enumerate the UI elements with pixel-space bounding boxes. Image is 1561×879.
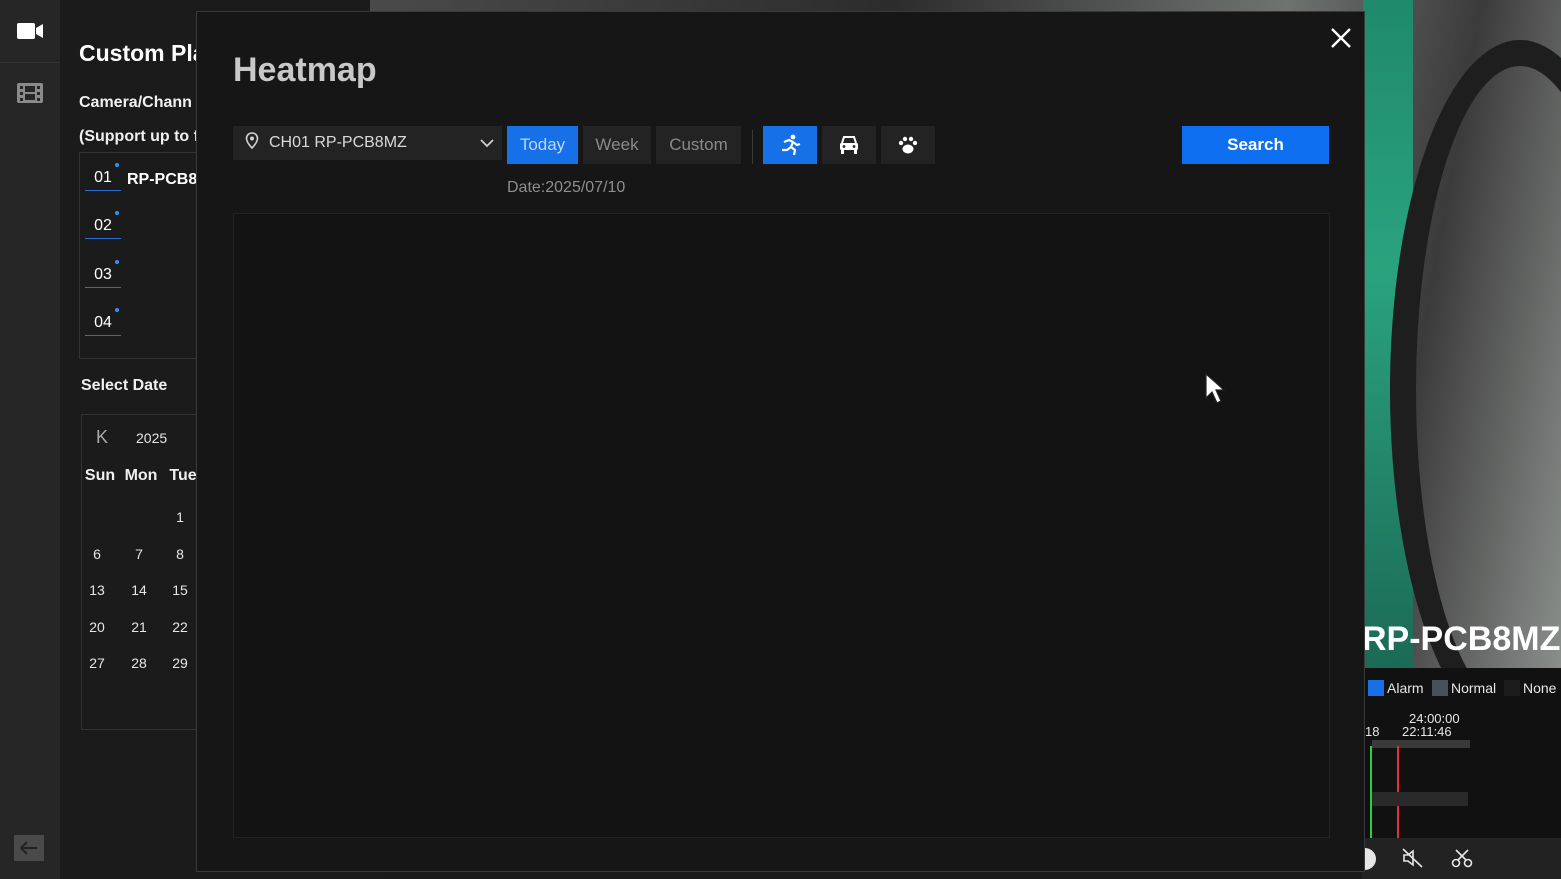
- channel-select[interactable]: CH01 RP-PCB8MZ: [233, 126, 502, 160]
- calendar-prev-year[interactable]: K: [96, 427, 108, 448]
- weekday-sun: Sun: [84, 467, 116, 484]
- person-running-icon[interactable]: [763, 126, 817, 164]
- calendar-day[interactable]: 1: [162, 509, 198, 525]
- calendar-day[interactable]: 27: [79, 655, 115, 671]
- car-icon[interactable]: [822, 126, 876, 164]
- heatmap-canvas[interactable]: [233, 213, 1330, 838]
- location-pin-icon: [245, 131, 259, 155]
- calendar-day[interactable]: 14: [121, 582, 157, 598]
- tab-today[interactable]: Today: [507, 126, 578, 164]
- channel-item-03[interactable]: 03: [85, 260, 121, 288]
- timeline-ruler[interactable]: [1372, 740, 1470, 748]
- weekday-mon: Mon: [124, 467, 158, 484]
- timeline-left-time: 18: [1365, 724, 1380, 739]
- dialog-title: Heatmap: [233, 51, 377, 89]
- mouse-cursor-icon: [1204, 372, 1226, 411]
- support-label: (Support up to f: [79, 128, 199, 145]
- calendar-day[interactable]: 20: [79, 619, 115, 635]
- timeline-track[interactable]: [1372, 792, 1468, 806]
- channel-name: RP-PCB8: [127, 171, 198, 188]
- film-icon[interactable]: [14, 80, 46, 106]
- close-icon[interactable]: [1325, 22, 1357, 54]
- nav-rail: [0, 0, 60, 879]
- mute-icon[interactable]: [1402, 848, 1424, 873]
- calendar-day[interactable]: 13: [79, 582, 115, 598]
- legend-normal: Normal: [1432, 680, 1496, 696]
- chevron-down-icon: [472, 138, 502, 148]
- calendar-day[interactable]: 29: [162, 655, 198, 671]
- divider: [752, 130, 753, 164]
- channel-select-value: CH01 RP-PCB8MZ: [269, 134, 407, 151]
- select-date-label: Select Date: [81, 377, 168, 394]
- scissors-icon[interactable]: [1451, 848, 1473, 873]
- video-camera-icon[interactable]: [14, 18, 46, 44]
- search-button[interactable]: Search: [1182, 126, 1329, 164]
- calendar-day[interactable]: 8: [162, 546, 198, 562]
- back-arrow-icon[interactable]: [14, 835, 44, 861]
- channel-item-04[interactable]: 04: [85, 308, 121, 336]
- date-label: Date:2025/07/10: [507, 179, 626, 196]
- legend-alarm: Alarm: [1368, 680, 1424, 696]
- calendar-day[interactable]: 22: [162, 619, 198, 635]
- playback-controls: [1362, 838, 1561, 879]
- calendar-day[interactable]: 21: [121, 619, 157, 635]
- channel-item-02[interactable]: 02: [85, 211, 121, 239]
- camera-name-overlay: RP-PCB8MZ: [1362, 620, 1561, 658]
- calendar-year: 2025: [136, 430, 168, 446]
- calendar-day[interactable]: 28: [121, 655, 157, 671]
- legend-none: None: [1504, 680, 1556, 696]
- panel-title: Custom Pla: [79, 40, 206, 66]
- paw-icon[interactable]: [881, 126, 935, 164]
- calendar-day[interactable]: 6: [79, 546, 115, 562]
- tab-custom[interactable]: Custom: [656, 126, 741, 164]
- tab-week[interactable]: Week: [583, 126, 651, 164]
- timeline-current-time: 22:11:46: [1402, 724, 1452, 739]
- calendar-day[interactable]: 7: [121, 546, 157, 562]
- heatmap-dialog: Heatmap CH01 RP-PCB8MZ Today Week Custom…: [196, 11, 1365, 872]
- calendar-day[interactable]: 15: [162, 582, 198, 598]
- camera-channel-label: Camera/Chann: [79, 94, 192, 111]
- channel-item-01[interactable]: 01: [85, 163, 121, 191]
